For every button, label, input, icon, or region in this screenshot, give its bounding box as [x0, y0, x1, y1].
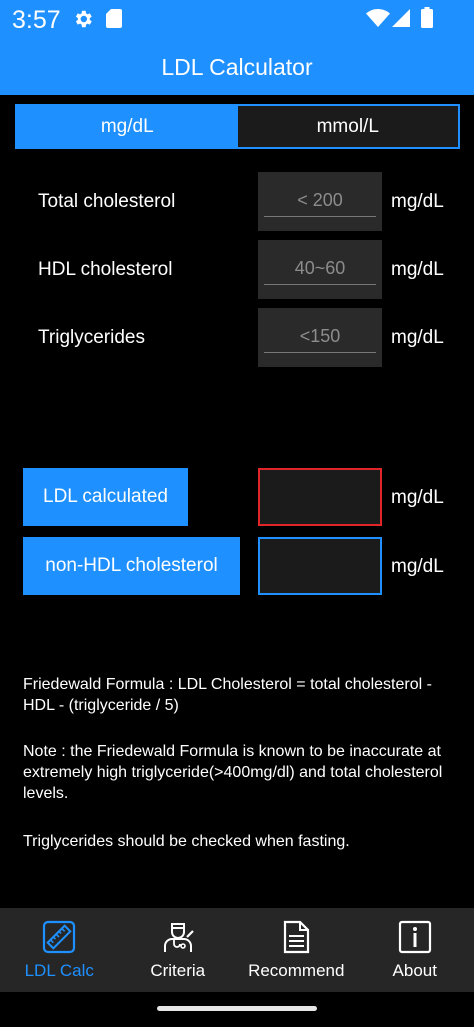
cell-signal-icon — [392, 9, 410, 27]
sd-card-icon — [106, 9, 122, 28]
non-hdl-cholesterol-button[interactable]: non-HDL cholesterol — [23, 537, 240, 595]
triglycerides-unit: mg/dL — [391, 327, 444, 348]
non-hdl-result-output — [258, 537, 382, 595]
nav-label-ldl-calc: LDL Calc — [24, 961, 94, 980]
hdl-cholesterol-field[interactable] — [258, 240, 382, 299]
doctor-icon — [163, 923, 194, 952]
hdl-cholesterol-input[interactable] — [264, 254, 376, 282]
nav-label-criteria: Criteria — [150, 961, 206, 980]
settings-gear-icon — [75, 10, 92, 28]
total-cholesterol-input[interactable] — [264, 186, 376, 214]
hdl-cholesterol-label: HDL cholesterol — [38, 259, 173, 280]
triglycerides-label: Triglycerides — [38, 327, 145, 348]
nav-label-recommend: Recommend — [248, 961, 345, 980]
non-hdl-result-unit: mg/dL — [391, 556, 444, 577]
nav-recommend[interactable]: Recommend — [237, 908, 356, 992]
total-cholesterol-unit: mg/dL — [391, 191, 444, 212]
app-title: LDL Calculator — [161, 54, 313, 80]
triglycerides-field[interactable] — [258, 308, 382, 367]
status-bar: 3:57 — [0, 0, 474, 40]
triglycerides-input[interactable] — [264, 322, 376, 350]
bottom-navigation: LDL Calc Criteria Recommend About — [0, 908, 474, 992]
formula-note: Friedewald Formula : LDL Cholesterol = t… — [23, 676, 432, 714]
unit-mgdl-tab[interactable]: mg/dL — [17, 106, 238, 147]
ldl-result-unit: mg/dL — [391, 487, 444, 508]
nav-about[interactable]: About — [356, 908, 474, 992]
document-icon — [284, 920, 310, 954]
ldl-result-output — [258, 468, 382, 526]
accuracy-note: Note : the Friedewald Formula is known t… — [23, 743, 443, 802]
info-icon — [398, 920, 431, 954]
input-underline — [264, 352, 376, 353]
input-underline — [264, 216, 376, 217]
app-bar: LDL Calculator — [0, 40, 474, 95]
nav-ldl-calc[interactable]: LDL Calc — [0, 908, 119, 992]
nav-label-about: About — [392, 961, 437, 980]
unit-mmol-tab[interactable]: mmol/L — [237, 106, 458, 147]
hdl-cholesterol-unit: mg/dL — [391, 259, 444, 280]
gesture-pill[interactable] — [157, 1006, 317, 1011]
status-time: 3:57 — [12, 6, 61, 34]
battery-icon — [421, 7, 433, 28]
total-cholesterol-label: Total cholesterol — [38, 191, 176, 212]
unit-toggle: mg/dL mmol/L — [15, 104, 460, 149]
input-underline — [264, 284, 376, 285]
gesture-area — [0, 992, 474, 1027]
ruler-icon — [43, 920, 76, 954]
wifi-icon — [366, 9, 390, 27]
total-cholesterol-field[interactable] — [258, 172, 382, 231]
nav-criteria[interactable]: Criteria — [119, 908, 238, 992]
fasting-note: Triglycerides should be checked when fas… — [23, 833, 350, 850]
ldl-calculated-button[interactable]: LDL calculated — [23, 468, 188, 526]
